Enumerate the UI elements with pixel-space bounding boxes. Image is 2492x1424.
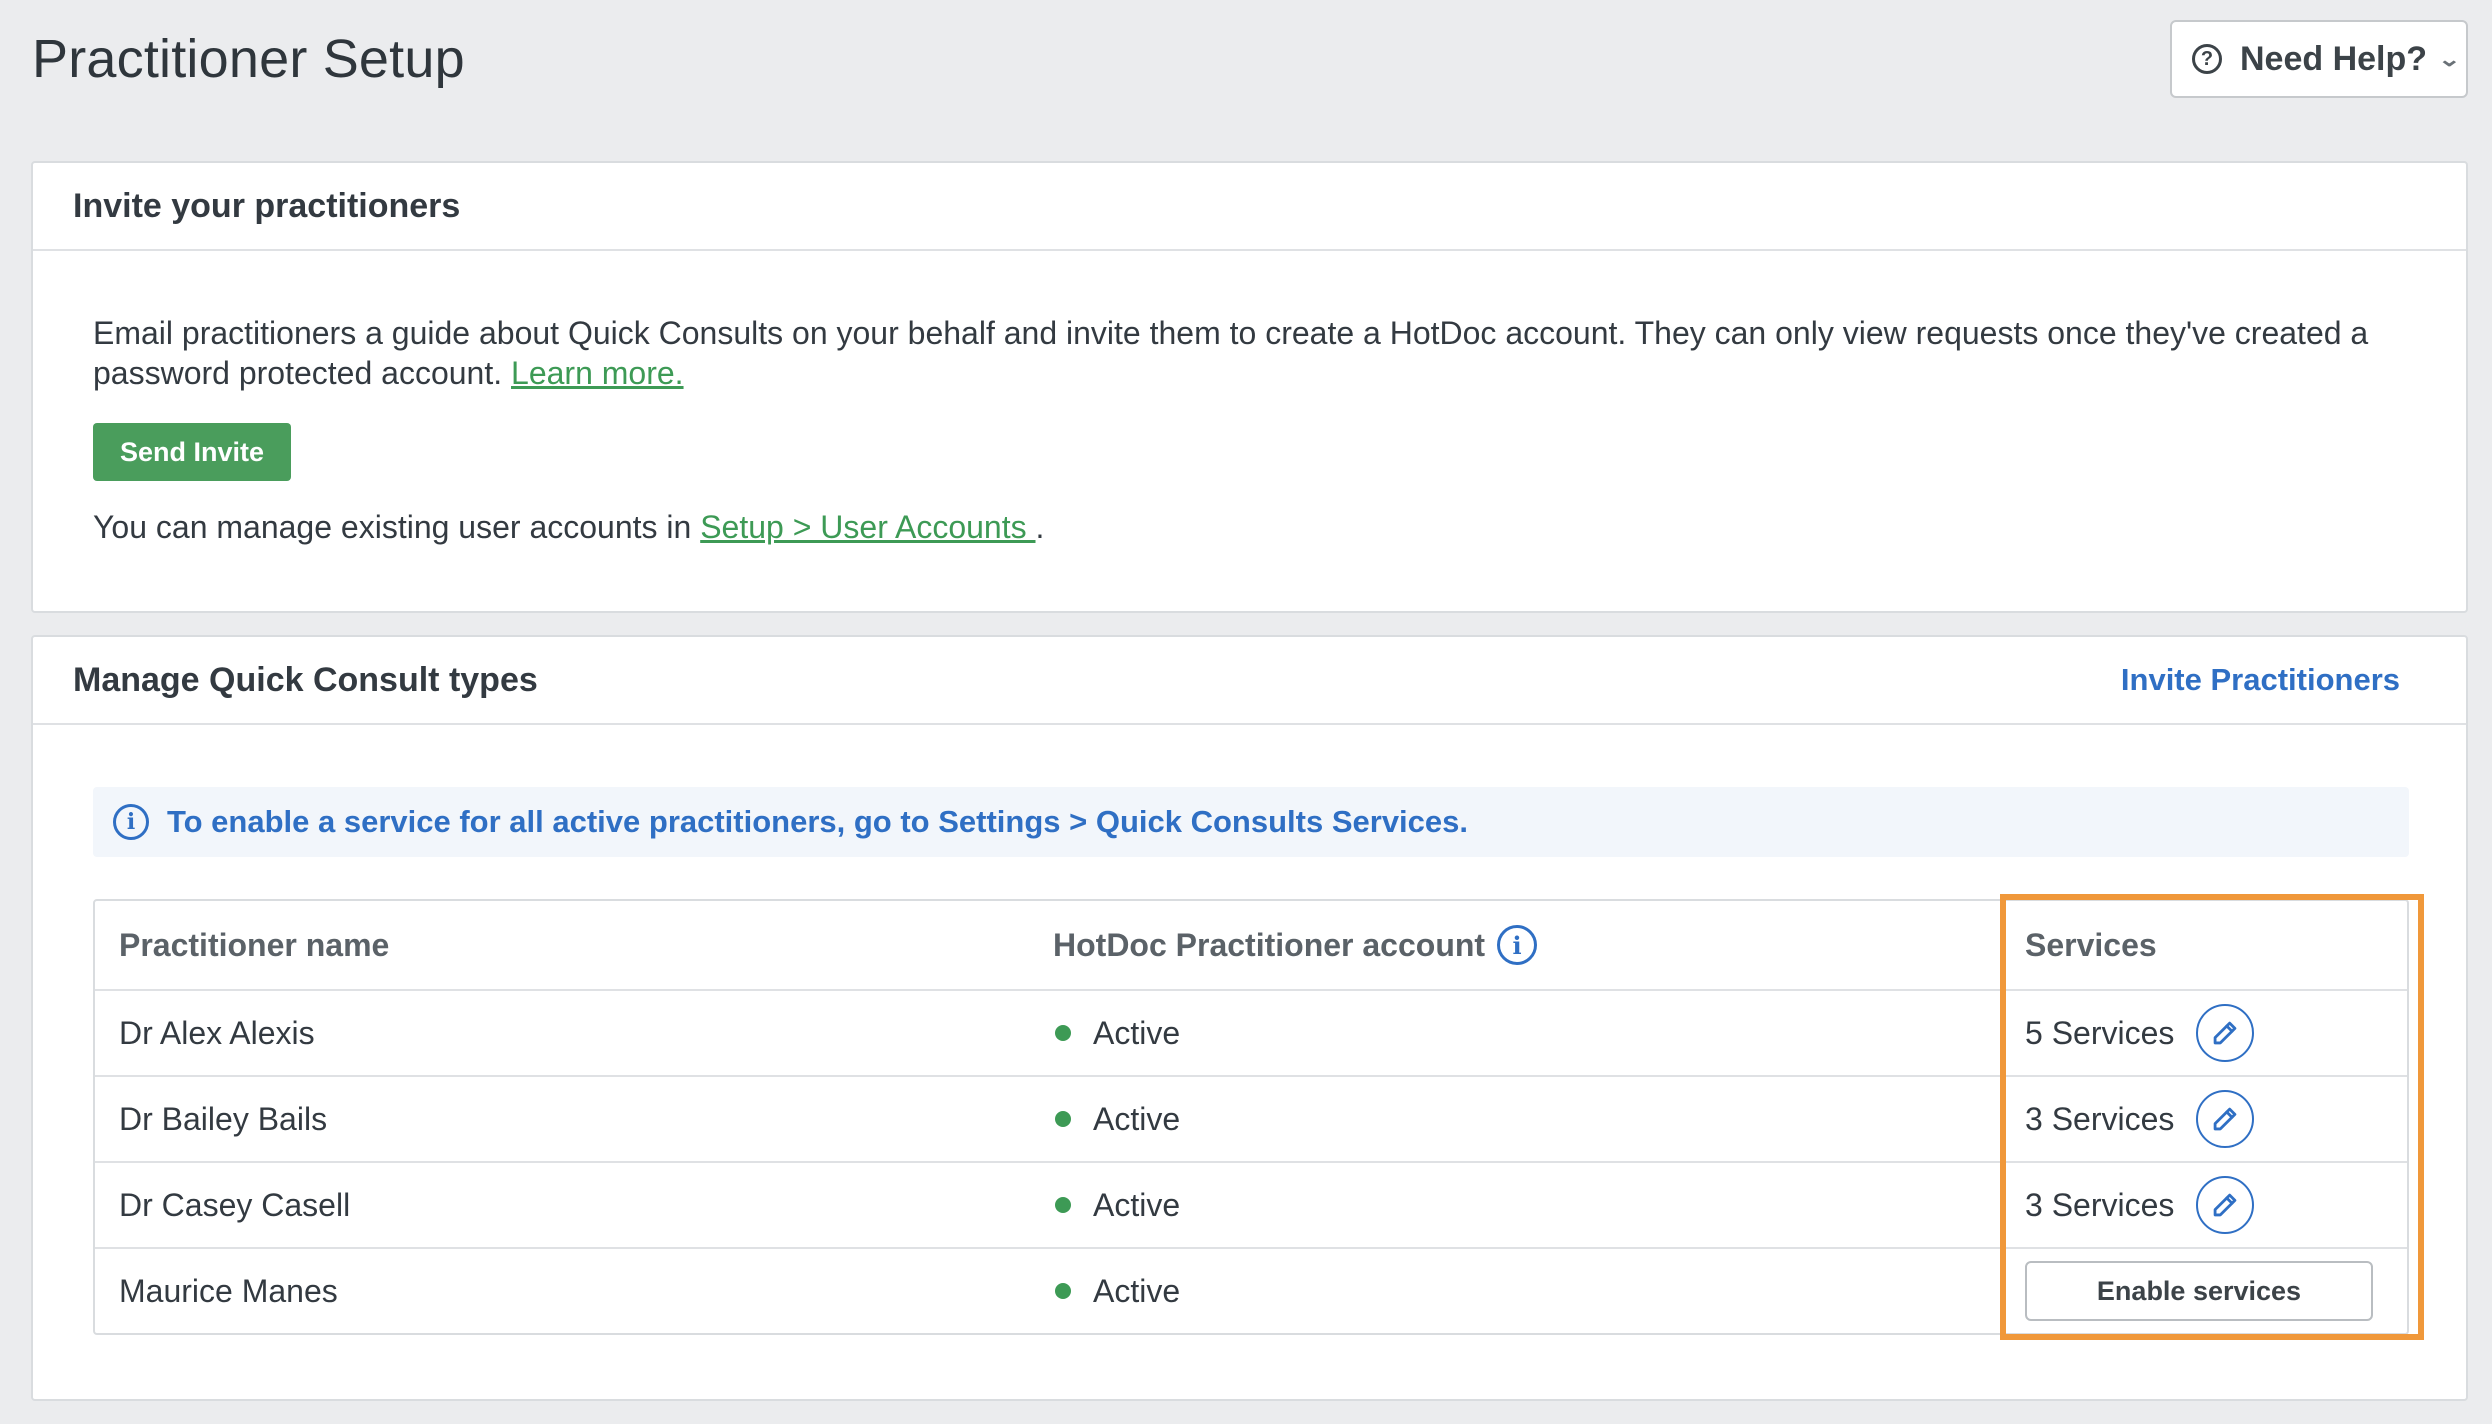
practitioner-name: Dr Alex Alexis bbox=[119, 1014, 315, 1051]
practitioner-name: Dr Casey Casell bbox=[119, 1186, 351, 1223]
invite-description: Email practitioners a guide about Quick … bbox=[93, 315, 2369, 391]
services-cell: 3 Services bbox=[2013, 1090, 2407, 1148]
need-help-button[interactable]: ? Need Help? ⌄ bbox=[2170, 20, 2468, 98]
invite-practitioners-card: Invite your practitioners Email practiti… bbox=[31, 161, 2468, 613]
info-banner: i To enable a service for all active pra… bbox=[93, 787, 2409, 857]
practitioner-name: Dr Bailey Bails bbox=[119, 1100, 328, 1137]
enable-services-button[interactable]: Enable services bbox=[2025, 1261, 2373, 1321]
pencil-icon bbox=[2214, 1193, 2237, 1217]
practitioner-table: Practitioner name HotDoc Practitioner ac… bbox=[93, 899, 2409, 1335]
user-accounts-link[interactable]: Setup > User Accounts bbox=[700, 509, 1035, 545]
table-row: Maurice Manes Active Enable services bbox=[95, 1247, 2407, 1333]
consult-card-header: Manage Quick Consult types Invite Practi… bbox=[33, 637, 2466, 725]
info-banner-text: To enable a service for all active pract… bbox=[167, 804, 1469, 839]
column-header-name: Practitioner name bbox=[119, 926, 390, 963]
invite-practitioners-link[interactable]: Invite Practitioners bbox=[2121, 662, 2400, 698]
chevron-down-icon: ⌄ bbox=[2437, 48, 2462, 71]
info-icon: i bbox=[113, 804, 149, 840]
quick-consult-types-card: Manage Quick Consult types Invite Practi… bbox=[31, 635, 2468, 1401]
account-info-icon[interactable]: i bbox=[1497, 925, 1538, 965]
account-status: Active bbox=[1053, 1187, 2013, 1224]
active-status-dot bbox=[1055, 1197, 1071, 1213]
services-count: 5 Services bbox=[2025, 1014, 2175, 1051]
need-help-label: Need Help? bbox=[2240, 39, 2428, 78]
edit-services-button[interactable] bbox=[2196, 1090, 2255, 1148]
services-count: 3 Services bbox=[2025, 1186, 2175, 1223]
active-status-dot bbox=[1055, 1111, 1071, 1127]
invite-card-title: Invite your practitioners bbox=[73, 186, 461, 225]
edit-services-button[interactable] bbox=[2196, 1004, 2255, 1062]
account-status: Active bbox=[1053, 1101, 2013, 1138]
account-status: Active bbox=[1053, 1015, 2013, 1052]
active-status-dot bbox=[1055, 1025, 1071, 1041]
invite-card-header: Invite your practitioners bbox=[33, 163, 2466, 251]
column-header-services: Services bbox=[2025, 926, 2157, 963]
active-status-dot bbox=[1055, 1283, 1071, 1299]
column-header-account: HotDoc Practitioner account i bbox=[1053, 925, 2013, 965]
services-count: 3 Services bbox=[2025, 1100, 2175, 1137]
send-invite-button[interactable]: Send Invite bbox=[93, 423, 291, 481]
table-row: Dr Casey Casell Active 3 Services bbox=[95, 1161, 2407, 1247]
edit-services-button[interactable] bbox=[2196, 1176, 2255, 1234]
consult-card-title: Manage Quick Consult types bbox=[73, 660, 538, 699]
table-header-row: Practitioner name HotDoc Practitioner ac… bbox=[95, 901, 2407, 989]
account-status: Active bbox=[1053, 1273, 2013, 1310]
learn-more-link[interactable]: Learn more. bbox=[511, 355, 684, 391]
table-row: Dr Alex Alexis Active 5 Services bbox=[95, 989, 2407, 1075]
manage-accounts-text: You can manage existing user accounts in… bbox=[93, 509, 1045, 545]
services-cell: 5 Services bbox=[2013, 1004, 2407, 1062]
practitioner-name: Maurice Manes bbox=[119, 1272, 338, 1309]
question-circle-icon: ? bbox=[2192, 44, 2222, 74]
pencil-icon bbox=[2214, 1021, 2237, 1045]
table-row: Dr Bailey Bails Active 3 Services bbox=[95, 1075, 2407, 1161]
services-cell: 3 Services bbox=[2013, 1176, 2407, 1234]
pencil-icon bbox=[2214, 1107, 2237, 1131]
page-title: Practitioner Setup bbox=[32, 29, 465, 89]
services-cell: Enable services bbox=[2013, 1261, 2407, 1321]
